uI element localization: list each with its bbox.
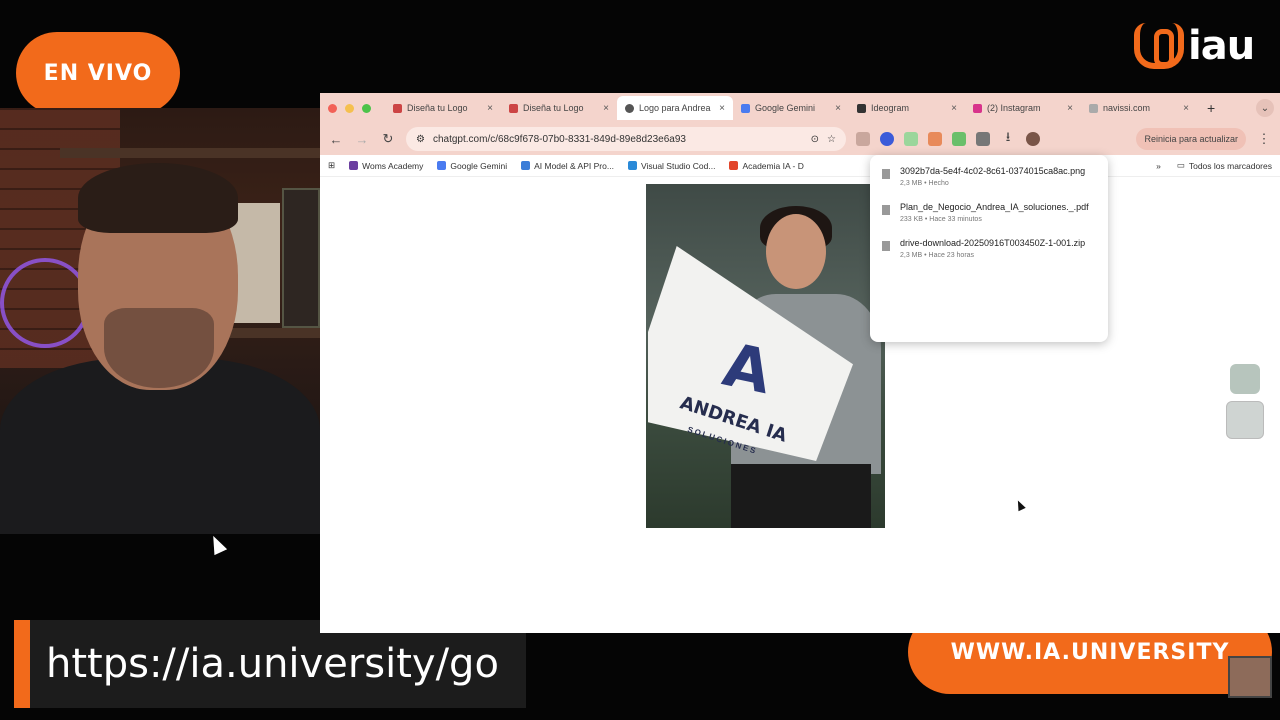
- tab-4[interactable]: Ideogram ×: [849, 96, 965, 120]
- close-tab-icon[interactable]: ×: [835, 103, 841, 114]
- openai-icon: [509, 103, 518, 113]
- bookmark-4[interactable]: Academia IA - D: [729, 161, 804, 171]
- bookmark-3[interactable]: Visual Studio Cod...: [627, 161, 715, 171]
- close-tab-icon[interactable]: ×: [1067, 103, 1073, 114]
- download-item[interactable]: drive-download-20250916T003450Z-1-001.zi…: [882, 237, 1096, 259]
- tab-search-button[interactable]: ⌄: [1256, 99, 1274, 117]
- apps-grid-icon[interactable]: ⊞: [328, 160, 335, 171]
- folder-icon: ▭: [1176, 160, 1185, 170]
- chatgpt-icon: [625, 103, 634, 113]
- url-overlay: https://ia.university/go: [14, 620, 526, 708]
- zoom-icon[interactable]: ⊙: [811, 134, 819, 145]
- new-tab-button[interactable]: +: [1207, 100, 1215, 116]
- browser-window: Diseña tu Logo × Diseña tu Logo × Logo par…: [320, 93, 1280, 633]
- all-bookmarks-folder[interactable]: ▭ Todos los marcadores: [1177, 160, 1272, 171]
- extension-icon[interactable]: [880, 132, 894, 146]
- extensions-puzzle-icon[interactable]: [976, 132, 990, 146]
- maximize-window-button[interactable]: [362, 103, 371, 113]
- close-window-button[interactable]: [328, 103, 337, 113]
- frame: [282, 188, 320, 328]
- live-badge-label: EN VIVO: [43, 60, 153, 86]
- bookmark-2[interactable]: AI Model & API Pro...: [521, 161, 614, 171]
- chat-content: A ANDREA IA SOLUCIONES + 🎙 ┆: [320, 177, 1280, 633]
- website-badge-label: WWW.IA.UNIVERSITY: [950, 639, 1230, 665]
- close-tab-icon[interactable]: ×: [603, 103, 609, 114]
- side-thumbnail-selected[interactable]: [1226, 401, 1264, 439]
- forward-arrow-icon[interactable]: →: [354, 132, 370, 147]
- bookmark-favicon-icon: [521, 161, 531, 170]
- extension-icon[interactable]: [856, 132, 870, 146]
- tab-strip: Diseña tu Logo × Diseña tu Logo × Logo par…: [320, 93, 1280, 123]
- bookmarks-bar: ⊞ Woms Academy Google Gemini AI Model & …: [320, 155, 1280, 177]
- reload-icon[interactable]: ↻: [380, 131, 396, 147]
- window-controls: [328, 103, 371, 113]
- bookmark-0[interactable]: Woms Academy: [349, 161, 423, 171]
- close-tab-icon[interactable]: ×: [719, 103, 725, 114]
- address-url: chatgpt.com/c/68c9f678-07b0-8331-849d-89…: [432, 133, 686, 145]
- download-item[interactable]: Plan_de_Negocio_Andrea_IA_soluciones._.p…: [882, 201, 1096, 223]
- presenter-avatar: [1228, 656, 1272, 698]
- brand-mark-icon: [1134, 23, 1184, 69]
- close-tab-icon[interactable]: ×: [487, 103, 493, 114]
- bookmarks-overflow-button[interactable]: »: [1156, 161, 1161, 171]
- live-badge: EN VIVO: [16, 32, 180, 114]
- vscode-icon: [627, 161, 637, 170]
- gemini-icon: [437, 161, 447, 170]
- mouse-cursor-icon: [206, 532, 228, 556]
- bookmark-star-icon[interactable]: ☆: [827, 134, 836, 145]
- generated-image[interactable]: A ANDREA IA SOLUCIONES: [646, 184, 885, 528]
- extension-icon[interactable]: [928, 132, 942, 146]
- profile-avatar[interactable]: [1026, 132, 1040, 146]
- tab-0[interactable]: Diseña tu Logo ×: [385, 96, 501, 120]
- file-icon: [882, 169, 890, 179]
- tab-6[interactable]: navissi.com ×: [1081, 96, 1197, 120]
- ideogram-icon: [857, 103, 866, 113]
- download-item[interactable]: 3092b7da-5e4f-4c02-8c61-0374015ca8ac.png…: [882, 165, 1096, 187]
- tab-5[interactable]: (2) Instagram ×: [965, 96, 1081, 120]
- brand-logo: iau: [1134, 20, 1264, 72]
- bookmark-favicon-icon: [349, 161, 359, 170]
- file-icon: [882, 205, 890, 215]
- stream-frame: EN VIVO iau https://ia.university/go WWW…: [0, 0, 1280, 720]
- side-thumbnail[interactable]: [1230, 364, 1260, 394]
- extension-icon[interactable]: [952, 132, 966, 146]
- instagram-icon: [973, 103, 982, 113]
- bookmark-1[interactable]: Google Gemini: [437, 161, 507, 171]
- neon-sign: [0, 258, 90, 348]
- update-button[interactable]: Reinicia para actualizar: [1136, 128, 1246, 150]
- gemini-icon: [741, 103, 750, 113]
- browser-toolbar: ← → ↻ ⚙ chatgpt.com/c/68c9f678-07b0-8331…: [320, 123, 1280, 155]
- extension-icon[interactable]: [904, 132, 918, 146]
- openai-icon: [393, 103, 402, 113]
- tab-1[interactable]: Diseña tu Logo ×: [501, 96, 617, 120]
- mouse-cursor-icon: [1014, 498, 1026, 512]
- back-arrow-icon[interactable]: ←: [328, 132, 344, 147]
- file-icon: [882, 241, 890, 251]
- site-settings-icon[interactable]: ⚙: [416, 134, 425, 145]
- webcam-feed: [0, 108, 320, 534]
- close-tab-icon[interactable]: ×: [1183, 103, 1189, 114]
- tab-2[interactable]: Logo para Andrea ×: [617, 96, 733, 120]
- brand-logo-text: iau: [1188, 23, 1255, 69]
- address-bar[interactable]: ⚙ chatgpt.com/c/68c9f678-07b0-8331-849d-…: [406, 127, 846, 151]
- menu-kebab-icon[interactable]: ⋮: [1256, 131, 1272, 147]
- site-icon: [1089, 103, 1098, 113]
- downloads-popup: 3092b7da-5e4f-4c02-8c61-0374015ca8ac.png…: [870, 155, 1108, 342]
- download-icon[interactable]: ⭳: [1000, 128, 1016, 150]
- tab-3[interactable]: Google Gemini ×: [733, 96, 849, 120]
- bookmark-favicon-icon: [729, 161, 739, 170]
- minimize-window-button[interactable]: [345, 103, 354, 113]
- url-overlay-text: https://ia.university/go: [46, 641, 499, 687]
- close-tab-icon[interactable]: ×: [951, 103, 957, 114]
